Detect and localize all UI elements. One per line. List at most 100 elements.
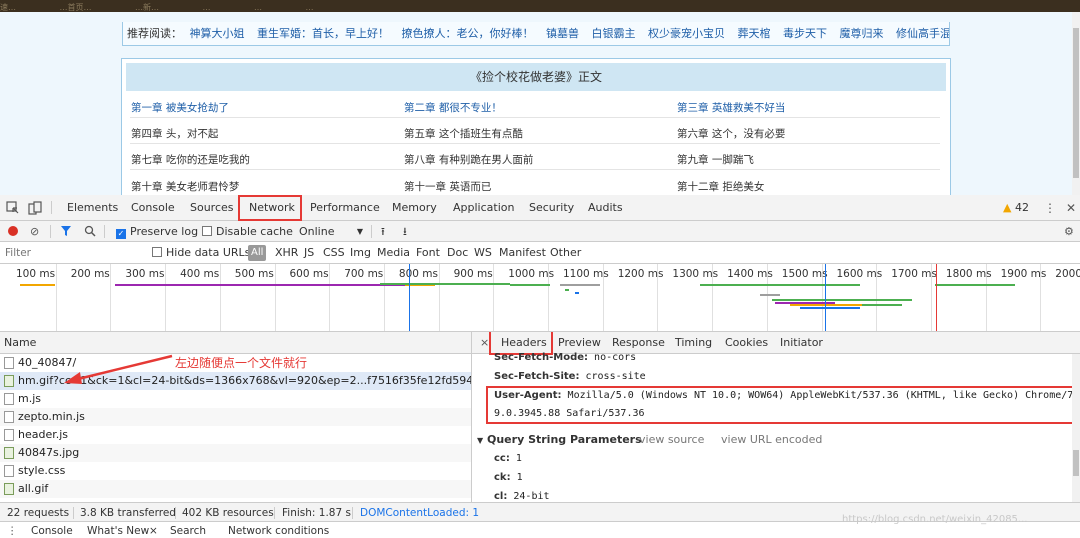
tab-application[interactable]: Application [453, 195, 514, 221]
request-row[interactable]: header.js [0, 426, 471, 444]
bookmark-fragment[interactable]: …首页… [60, 2, 92, 12]
tab-performance[interactable]: Performance [310, 195, 380, 221]
chapter-link[interactable]: 第十章 美女老师君怜梦 [131, 179, 239, 194]
filter-type-ws[interactable]: WS [474, 242, 492, 264]
disable-cache-checkbox[interactable]: Disable cache [202, 221, 293, 242]
filter-type-other[interactable]: Other [550, 242, 581, 264]
drawer-tab-console[interactable]: Console [31, 525, 73, 537]
gear-icon[interactable]: ⚙ [1064, 221, 1074, 242]
close-icon[interactable]: × [480, 332, 489, 354]
timeline-tick-label: 800 ms [398, 268, 438, 280]
view-url-encoded-link[interactable]: view URL encoded [721, 433, 822, 446]
chapter-link[interactable]: 第九章 一脚踹飞 [677, 152, 754, 167]
export-har-icon[interactable]: ⭳ [403, 221, 407, 242]
tab-console[interactable]: Console [131, 195, 175, 221]
chapter-link[interactable]: 第一章 被美女抢劫了 [131, 100, 229, 115]
close-icon[interactable]: ✕ [1064, 201, 1078, 215]
tab-timing[interactable]: Timing [675, 332, 712, 354]
filter-type-media[interactable]: Media [377, 242, 410, 264]
recommend-link[interactable]: 重生军婚：首长，早上好！ [257, 27, 389, 40]
checkbox-unchecked-icon [152, 247, 162, 257]
query-string-section-header[interactable]: ▼ Query String Parameters [477, 433, 642, 446]
bookmark-fragment[interactable]: … [203, 2, 211, 12]
filter-input[interactable] [0, 244, 140, 261]
detail-scrollbar-thumb[interactable] [1073, 450, 1079, 476]
search-icon[interactable] [84, 221, 96, 242]
chapter-link[interactable]: 第十二章 拒绝美女 [677, 179, 764, 194]
tab-security[interactable]: Security [529, 195, 574, 221]
throttle-value: Online [299, 225, 335, 238]
hide-data-urls-checkbox[interactable]: Hide data URLs [152, 242, 250, 264]
request-row[interactable]: all.gif [0, 480, 471, 498]
warning-badge[interactable]: ▲ 42 [1003, 195, 1029, 221]
bookmark-fragment[interactable]: 速… [0, 2, 16, 12]
recommend-link[interactable]: 镇墓兽 [546, 27, 579, 40]
drawer-menu-icon[interactable]: ⋮ [7, 525, 18, 537]
filter-type-doc[interactable]: Doc [447, 242, 468, 264]
close-icon[interactable]: × [149, 525, 158, 537]
filter-type-xhr[interactable]: XHR [275, 242, 298, 264]
bookmark-fragment[interactable]: … [306, 2, 314, 12]
view-source-link[interactable]: view source [639, 433, 704, 446]
chapter-link[interactable]: 第二章 都很不专业！ [404, 100, 502, 115]
filter-type-font[interactable]: Font [416, 242, 440, 264]
tab-cookies[interactable]: Cookies [725, 332, 768, 354]
more-options-icon[interactable]: ⋮ [1043, 201, 1057, 215]
drawer-tab-search[interactable]: Search [170, 525, 206, 537]
recommend-link[interactable]: 撩色撩人：老公，你好棒！ [402, 27, 534, 40]
network-timeline-overview[interactable]: 100 ms 200 ms 300 ms 400 ms 500 ms 600 ms 700 … [0, 264, 1080, 332]
chapter-link[interactable]: 第六章 这个，没有必要 [677, 126, 785, 141]
recommend-bar: 推荐阅读： 神算大小姐 重生军婚：首长，早上好！ 撩色撩人：老公，你好棒！ 镇墓… [122, 22, 950, 46]
chapter-link[interactable]: 第五章 这个插班生有点酷 [404, 126, 523, 141]
request-row[interactable]: style.css [0, 462, 471, 480]
recommend-link[interactable]: 权少豪宠小宝贝 [648, 27, 725, 40]
filter-icon[interactable] [60, 221, 72, 242]
tab-audits[interactable]: Audits [588, 195, 623, 221]
page-scrollbar[interactable] [1072, 12, 1080, 195]
request-row[interactable]: 40847s.jpg [0, 444, 471, 462]
detail-scrollbar[interactable] [1072, 354, 1080, 502]
preserve-log-checkbox[interactable]: ✓ Preserve log [116, 221, 198, 242]
record-icon[interactable] [8, 226, 18, 236]
filter-type-manifest[interactable]: Manifest [499, 242, 546, 264]
tab-response[interactable]: Response [612, 332, 665, 354]
document-icon [4, 429, 14, 441]
chapter-link[interactable]: 第四章 头，对不起 [131, 126, 218, 141]
annotation-text: 左边随便点一个文件就行 [175, 356, 308, 370]
tab-memory[interactable]: Memory [392, 195, 437, 221]
chapter-link[interactable]: 第三章 英雄救美不好当 [677, 100, 785, 115]
throttle-select[interactable]: Online ▼ [299, 221, 365, 242]
recommend-link[interactable]: 白银霸主 [592, 27, 636, 40]
recommend-link[interactable]: 魔尊归来 [840, 27, 884, 40]
inspect-element-icon[interactable] [6, 201, 20, 215]
page-scrollbar-thumb[interactable] [1073, 28, 1079, 178]
import-har-icon[interactable]: ⭱ [381, 221, 385, 242]
chapter-link[interactable]: 第七章 吃你的还是吃我的 [131, 152, 250, 167]
request-row[interactable]: zepto.min.js [0, 408, 471, 426]
recommend-link[interactable]: 毒步天下 [783, 27, 827, 40]
drawer-tab-whats-new[interactable]: What's New [87, 525, 149, 537]
recommend-link[interactable]: 葬天棺 [738, 27, 771, 40]
recommend-link[interactable]: 神算大小姐 [190, 27, 245, 40]
highlight-box [486, 386, 1078, 424]
recommend-link[interactable]: 修仙高手混花都 [896, 27, 949, 40]
tab-elements[interactable]: Elements [67, 195, 118, 221]
chapter-link[interactable]: 第八章 有种别跪在男人面前 [404, 152, 533, 167]
filter-type-js[interactable]: JS [304, 242, 314, 264]
timeline-tick-label: 1800 ms [945, 268, 992, 280]
tab-sources[interactable]: Sources [190, 195, 234, 221]
tab-initiator[interactable]: Initiator [780, 332, 823, 354]
chapter-link[interactable]: 第十一章 英语而已 [404, 179, 491, 194]
document-icon [4, 411, 14, 423]
request-name: m.js [18, 392, 41, 405]
tab-preview[interactable]: Preview [558, 332, 601, 354]
request-row[interactable]: m.js [0, 390, 471, 408]
bookmark-fragment[interactable]: …新… [135, 2, 159, 12]
filter-type-css[interactable]: CSS [323, 242, 345, 264]
drawer-tab-network-conditions[interactable]: Network conditions [228, 525, 329, 537]
filter-type-img[interactable]: Img [350, 242, 371, 264]
filter-type-all[interactable]: All [248, 245, 267, 261]
device-toolbar-icon[interactable] [28, 201, 42, 215]
bookmark-fragment[interactable]: … [254, 2, 262, 12]
clear-icon[interactable]: ⊘ [30, 221, 39, 242]
